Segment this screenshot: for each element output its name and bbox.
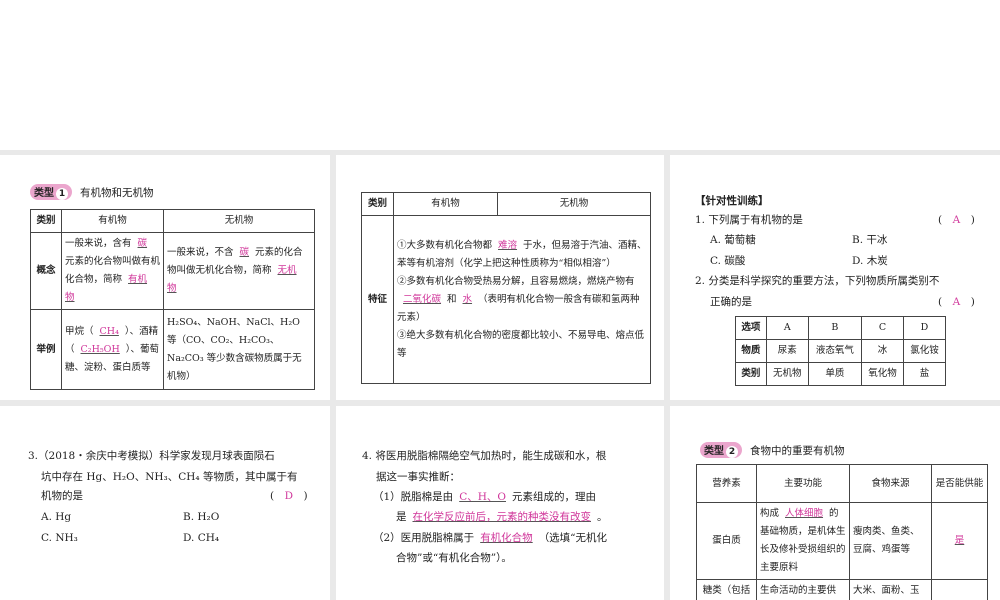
example-inorganic: H₂SO₄、NaOH、NaCl、H₂O 等（CO、CO₂、H₂CO₃、Na₂CO… [163,309,315,390]
row-label: 特征 [361,215,394,384]
organic-inorganic-table: 类别 有机物 无机物 概念 一般来说，含有 碳元素的化合物叫做有机化合物，简称 有机物 … [30,209,315,390]
features-table: 类别 有机物 无机物 特征 ①大多数有机化合物都 难溶 于水，但易溶于汽油、酒精、苯等有… [361,192,651,384]
header-cell: 有机物 [393,192,498,216]
section-heading: 类型 1 有机物和无机物 [30,184,154,200]
q4-part1-reason: 是在化学反应前后，元素的种类没有改变。 [396,511,608,523]
example-organic: 甲烷（ CH₄ ）、酒精（ C₂H₅OH ）、葡萄糖、淀粉、蛋白质等 [61,309,164,390]
question-3: 3.（2018・余庆中考模拟）科学家发现月球表面陨石 [28,450,275,462]
question-4: 4. 将医用脱脂棉隔绝空气加热时，能生成碳和水，根 [362,450,607,462]
q2-answer: ( A ) [938,296,975,308]
q1-option-b: B. 干冰 [852,234,888,246]
question-2: 2. 分类是科学探究的重要方法，下列物质所属类别不 [695,275,940,287]
question-2-cont: 正确的是 [710,296,752,308]
q1-option-d: D. 木炭 [852,255,888,267]
question-3-line: 机物的是 [41,490,83,502]
type-badge: 类型 2 [700,442,742,458]
header-cell: 无机物 [163,209,315,233]
section-title: 有机物和无机物 [80,187,154,199]
header-cell: 有机物 [61,209,164,233]
section-heading: 类型 2 食物中的重要有机物 [700,442,845,458]
row-label: 举例 [30,309,62,390]
q2-table: 选项 A B C D 物质 尿素 液态氧气冰氯化铵 类别 无机物 单质 氧化物盐 [735,316,947,386]
q3-option-a: A. Hg [41,511,72,523]
nutrients-table: 营养素 主要功能 食物来源 是否能供能 蛋白质 构成 人体细胞 的基础物质，是机体生长及修补… [696,464,988,600]
training-title: 【针对性训练】 [695,195,769,207]
q1-option-a: A. 葡萄糖 [710,234,756,246]
panel-q3: 3.（2018・余庆中考模拟）科学家发现月球表面陨石 坑中存在 Hg、H₂O、N… [0,406,330,600]
features-content: ①大多数有机化合物都 难溶 于水，但易溶于汽油、酒精、苯等有机溶剂（化学上把这种性质… [393,215,651,384]
type-badge: 类型 1 [30,184,72,200]
question-3-line: 坑中存在 Hg、H₂O、NH₃、CH₄ 等物质，其中属于有 [41,471,298,483]
question-4-line: 据这一事实推断： [376,471,460,483]
q3-option-c: C. NH₃ [41,532,78,544]
q4-part2: （2）医用脱脂棉属于 有机化合物 （选填“无机化 [373,532,608,544]
panel-q4: 4. 将医用脱脂棉隔绝空气加热时，能生成碳和水，根 据这一事实推断： （1）脱脂… [336,406,664,600]
header-cell: 类别 [361,192,394,216]
table-row: 蛋白质 构成 人体细胞 的基础物质，是机体生长及修补受损组织的主要原料 瘦肉类、鱼类、豆… [696,502,988,580]
panel-training: 【针对性训练】 1. 下列属于有机物的是 ( A ) A. 葡萄糖 B. 干冰 … [670,155,1000,400]
question-1: 1. 下列属于有机物的是 [695,214,803,226]
panel-type1: 类型 1 有机物和无机物 类别 有机物 无机物 概念 一般来说，含有 碳元素的化合物叫做有… [0,155,330,400]
panel-features: 类别 有机物 无机物 特征 ①大多数有机化合物都 难溶 于水，但易溶于汽油、酒精、苯等有… [336,155,664,400]
q3-option-b: B. H₂O [183,511,220,523]
header-cell: 无机物 [497,192,651,216]
row-label: 概念 [30,232,62,310]
q4-part2-cont: 合物”或“有机化合物”）。 [396,552,512,564]
blank-header-area [0,0,1000,150]
q4-part1: （1）脱脂棉是由 C、H、O 元素组成的，理由 [373,491,596,503]
concept-organic: 一般来说，含有 碳元素的化合物叫做有机化合物，简称 有机物 [61,232,164,310]
concept-inorganic: 一般来说，不含碳元素的化合物叫做无机化合物，简称 无机物 [163,232,315,310]
q3-answer: ( D ) [270,490,308,502]
q3-option-d: D. CH₄ [183,532,220,544]
q1-answer: ( A ) [938,214,975,226]
header-cell: 类别 [30,209,62,233]
section-title: 食物中的重要有机物 [750,445,845,457]
q1-option-c: C. 碳酸 [710,255,746,267]
table-row: 糖类（包括 生命活动的主要供 大米、面粉、玉 [696,579,988,600]
panel-type2: 类型 2 食物中的重要有机物 营养素 主要功能 食物来源 是否能供能 蛋白质 构成 人体细胞的… [670,406,1000,600]
